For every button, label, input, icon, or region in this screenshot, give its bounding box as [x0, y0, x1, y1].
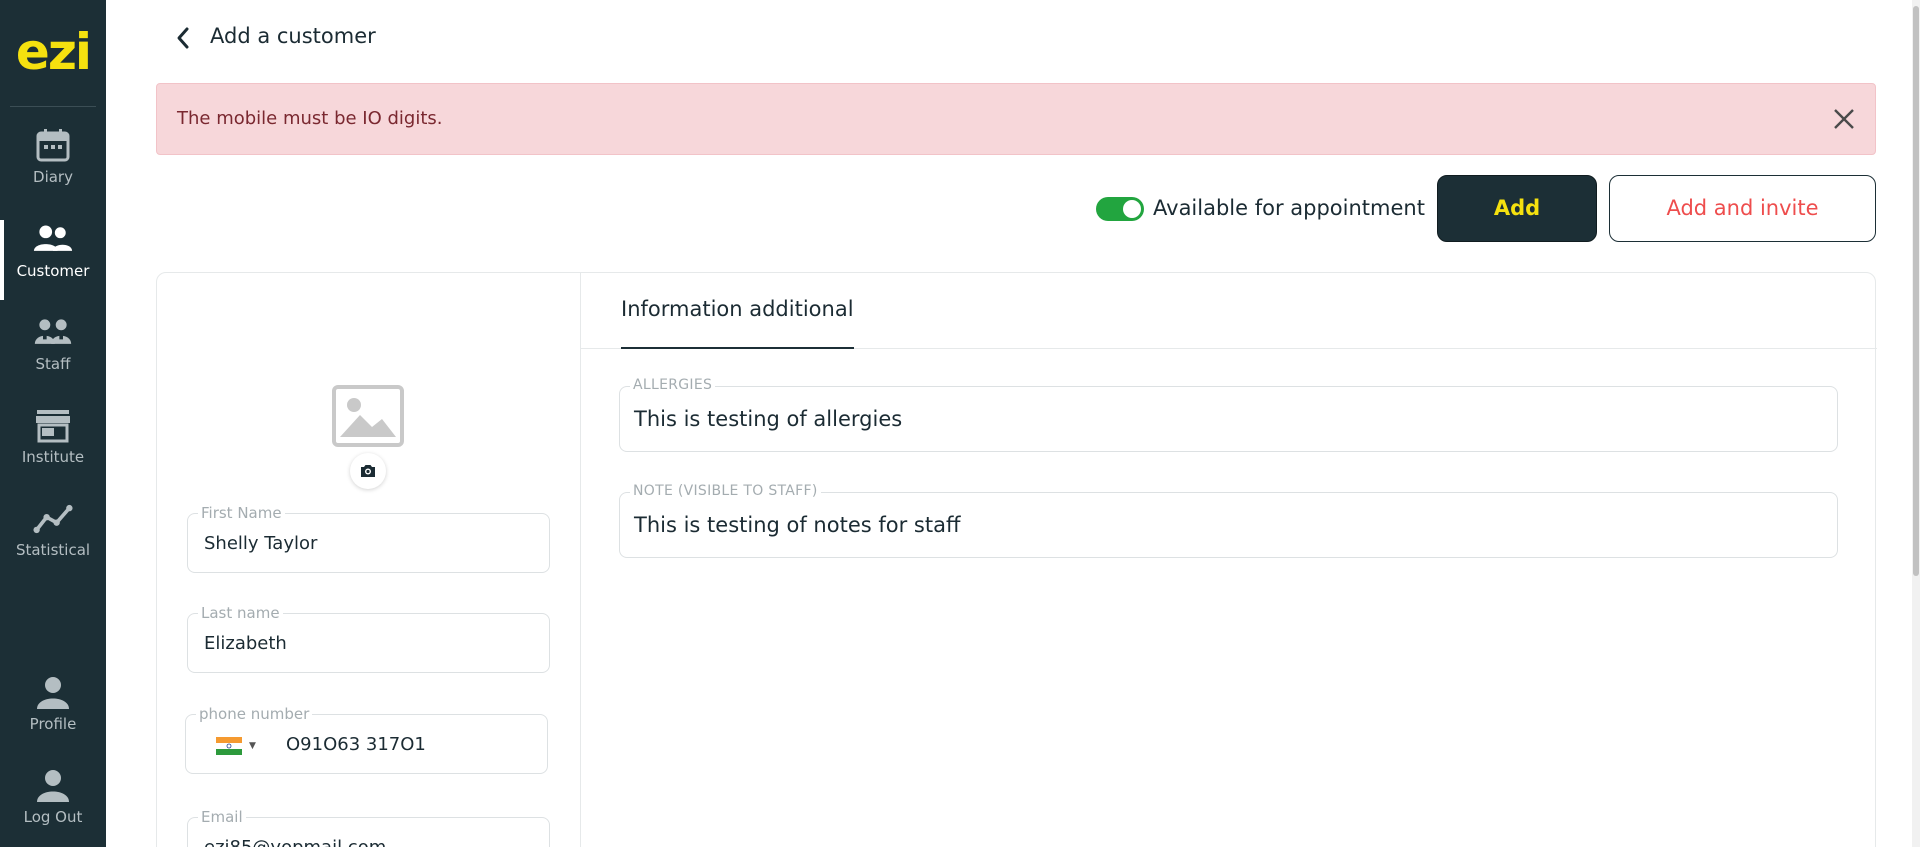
phone-number-value: O91O63 317O1 — [286, 734, 426, 755]
camera-icon — [361, 465, 375, 477]
allergies-field[interactable]: ALLERGIES This is testing of allergies — [619, 377, 1838, 452]
first-name-value: Shelly Taylor — [204, 533, 318, 554]
last-name-field[interactable]: Last name Elizabeth — [187, 604, 550, 673]
last-name-value: Elizabeth — [204, 633, 287, 654]
sidebar-item-label: Log Out — [23, 808, 83, 826]
sidebar-item-staff[interactable]: Staff — [0, 313, 106, 393]
calendar-icon — [36, 129, 70, 162]
sidebar-item-label: Diary — [33, 168, 73, 186]
sidebar-item-label: Institute — [21, 448, 85, 466]
staff-note-value: This is testing of notes for staff — [634, 513, 961, 537]
add-and-invite-button[interactable]: Add and invite — [1609, 175, 1876, 242]
sidebar-item-label: Staff — [35, 355, 71, 373]
page-scrollbar[interactable] — [1912, 0, 1920, 847]
tab-bar: Information additional — [581, 273, 1877, 349]
availability-label: Available for appointment — [1153, 196, 1425, 220]
sidebar-item-statistical[interactable]: Statistical — [0, 499, 106, 579]
ezi-logo[interactable]: ezi — [0, 22, 106, 82]
customer-basic-info: First Name Shelly Taylor Last name Eliza… — [157, 273, 581, 847]
chevron-down-icon[interactable]: ▼ — [249, 741, 256, 751]
allergies-label: ALLERGIES — [630, 377, 716, 393]
sidebar-item-diary[interactable]: Diary — [0, 126, 106, 206]
first-name-field[interactable]: First Name Shelly Taylor — [187, 504, 550, 573]
phone-number-field[interactable]: phone number ▼ O91O63 317O1 — [185, 705, 548, 774]
add-button[interactable]: Add — [1437, 175, 1597, 242]
sidebar-item-label: Statistical — [15, 541, 91, 559]
india-flag-icon[interactable] — [216, 737, 242, 755]
page-title: Add a customer — [210, 24, 376, 48]
sidebar-item-institute[interactable]: Institute — [0, 406, 106, 486]
toggle-knob — [1123, 200, 1141, 218]
close-icon[interactable] — [1831, 106, 1857, 132]
availability-toggle[interactable] — [1096, 197, 1144, 221]
email-label: Email — [198, 808, 246, 826]
users-icon — [33, 225, 73, 251]
email-field[interactable]: Email ezi85@yopmail.com — [187, 808, 550, 847]
sidebar: ezi Diary Customer Staff Institute Stati… — [0, 0, 106, 847]
alert-message: The mobile must be IO digits. — [177, 108, 443, 129]
sidebar-item-logout[interactable]: Log Out — [0, 766, 106, 846]
sidebar-item-label: Profile — [29, 715, 77, 733]
sidebar-item-customer[interactable]: Customer — [0, 220, 106, 300]
last-name-label: Last name — [198, 604, 283, 622]
sidebar-item-profile[interactable]: Profile — [0, 673, 106, 753]
upload-photo-button[interactable] — [350, 453, 386, 489]
email-value: ezi85@yopmail.com — [204, 837, 386, 847]
staff-note-field[interactable]: NOTE (VISIBLE TO STAFF) This is testing … — [619, 483, 1838, 558]
tab-information-additional[interactable]: Information additional — [621, 295, 854, 349]
chart-line-icon — [33, 504, 73, 534]
logout-person-icon — [37, 770, 69, 802]
sidebar-divider — [10, 106, 96, 107]
customer-form-card: First Name Shelly Taylor Last name Eliza… — [156, 272, 1877, 847]
first-name-label: First Name — [198, 504, 285, 522]
staff-note-label: NOTE (VISIBLE TO STAFF) — [630, 483, 821, 499]
error-alert: The mobile must be IO digits. — [156, 83, 1876, 155]
staff-icon — [34, 319, 72, 344]
sidebar-item-label: Customer — [16, 262, 90, 280]
allergies-value: This is testing of allergies — [634, 407, 903, 431]
store-icon — [36, 410, 70, 443]
back-chevron-icon[interactable] — [172, 24, 194, 52]
phone-number-label: phone number — [196, 705, 313, 723]
scrollbar-thumb[interactable] — [1913, 6, 1919, 576]
person-icon — [37, 677, 69, 709]
image-placeholder-icon — [332, 385, 404, 447]
